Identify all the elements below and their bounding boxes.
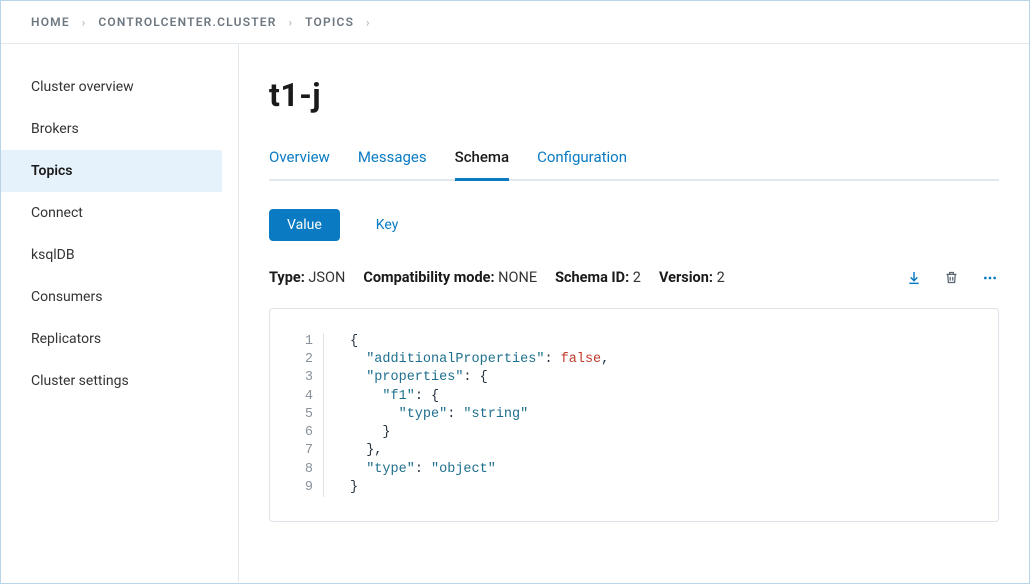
more-icon[interactable]: [981, 270, 999, 286]
code-line: 1{: [270, 333, 980, 351]
breadcrumb-item-cluster[interactable]: CONTROLCENTER.CLUSTER: [98, 15, 276, 29]
chevron-right-icon: ›: [366, 16, 371, 29]
code-line: 7 },: [270, 442, 980, 460]
code-content: },: [324, 442, 382, 460]
compat-label: Compatibility mode:: [363, 269, 494, 286]
tab-overview[interactable]: Overview: [269, 148, 330, 181]
chevron-right-icon: ›: [289, 16, 294, 29]
code-content: "properties": {: [324, 369, 488, 387]
tab-configuration[interactable]: Configuration: [537, 148, 627, 181]
schema-meta: Type: JSON Compatibility mode: NONE Sche…: [269, 269, 999, 286]
page-title: t1-j: [269, 76, 999, 114]
breadcrumb-item-topics[interactable]: TOPICS: [305, 15, 354, 29]
subtab-key[interactable]: Key: [358, 209, 417, 241]
sidebar-item-connect[interactable]: Connect: [1, 192, 238, 234]
schema-id-label: Schema ID:: [555, 269, 629, 286]
code-content: }: [324, 424, 391, 442]
sidebar-item-brokers[interactable]: Brokers: [1, 108, 238, 150]
schema-id-value: 2: [633, 269, 641, 286]
code-line: 9}: [270, 479, 980, 497]
code-line: 8 "type": "object": [270, 461, 980, 479]
sidebar-item-consumers[interactable]: Consumers: [1, 276, 238, 318]
schema-subtabs: Value Key: [269, 209, 999, 241]
sidebar-item-cluster-settings[interactable]: Cluster settings: [1, 360, 238, 402]
sidebar-item-replicators[interactable]: Replicators: [1, 318, 238, 360]
line-number: 6: [270, 424, 324, 442]
code-line: 2 "additionalProperties": false,: [270, 351, 980, 369]
trash-icon[interactable]: [944, 270, 959, 285]
download-icon[interactable]: [906, 270, 922, 286]
code-content: {: [324, 333, 358, 351]
line-number: 5: [270, 406, 324, 424]
sidebar-item-ksqldb[interactable]: ksqlDB: [1, 234, 238, 276]
subtab-value[interactable]: Value: [269, 209, 340, 241]
chevron-right-icon: ›: [82, 16, 87, 29]
breadcrumb-item-home[interactable]: HOME: [31, 15, 70, 29]
code-content: "additionalProperties": false,: [324, 351, 609, 369]
tab-messages[interactable]: Messages: [358, 148, 427, 181]
line-number: 3: [270, 369, 324, 387]
type-label: Type:: [269, 269, 305, 286]
type-value: JSON: [308, 269, 345, 286]
main-content: t1-j Overview Messages Schema Configuration…: [239, 44, 1029, 582]
code-line: 4 "f1": {: [270, 388, 980, 406]
code-content: "type": "object": [324, 461, 496, 479]
breadcrumb: HOME › CONTROLCENTER.CLUSTER › TOPICS ›: [1, 1, 1029, 44]
topic-tabs: Overview Messages Schema Configuration: [269, 148, 999, 181]
sidebar-item-topics[interactable]: Topics: [1, 150, 222, 192]
code-line: 3 "properties": {: [270, 369, 980, 387]
sidebar: Cluster overviewBrokersTopicsConnectksql…: [1, 44, 239, 582]
code-content: "f1": {: [324, 388, 439, 406]
code-line: 6 }: [270, 424, 980, 442]
code-content: "type": "string": [324, 406, 528, 424]
line-number: 1: [270, 333, 324, 351]
line-number: 9: [270, 479, 324, 497]
line-number: 2: [270, 351, 324, 369]
line-number: 7: [270, 442, 324, 460]
schema-actions: [906, 270, 999, 286]
code-line: 5 "type": "string": [270, 406, 980, 424]
line-number: 8: [270, 461, 324, 479]
compat-value: NONE: [498, 269, 537, 286]
sidebar-item-cluster-overview[interactable]: Cluster overview: [1, 66, 238, 108]
tab-schema[interactable]: Schema: [455, 148, 509, 181]
version-value: 2: [717, 269, 725, 286]
line-number: 4: [270, 388, 324, 406]
schema-code-panel: 1{2 "additionalProperties": false,3 "pro…: [269, 308, 999, 522]
version-label: Version:: [659, 269, 713, 286]
code-content: }: [324, 479, 358, 497]
